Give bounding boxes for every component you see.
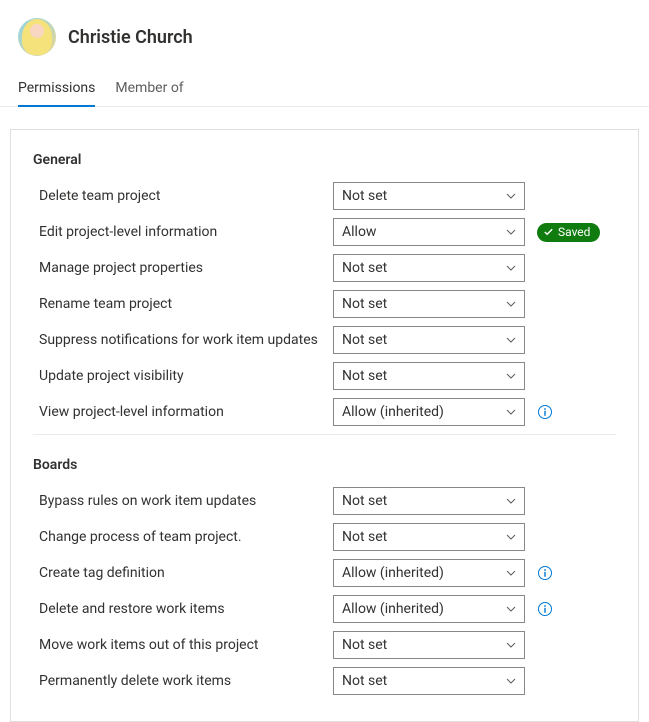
permission-select-move-work-items-out-of-this-project[interactable]: Not set [333, 631, 525, 659]
permission-select-wrap: Allow (inherited) [333, 595, 525, 623]
permission-select-wrap: Allow (inherited) [333, 559, 525, 587]
permission-label-move-work-items-out-of-this-project: Move work items out of this project [33, 637, 333, 653]
section-title-general: General [33, 152, 616, 168]
permission-select-wrap: Not set [333, 362, 525, 390]
permission-select-bypass-rules-on-work-item-updates[interactable]: Not set [333, 487, 525, 515]
saved-badge: Saved [537, 223, 600, 242]
permission-select-delete-and-restore-work-items[interactable]: Allow (inherited) [333, 595, 525, 623]
permission-select-change-process-of-team-project[interactable]: Not set [333, 523, 525, 551]
permission-select-edit-project-level-information[interactable]: Allow [333, 218, 525, 246]
check-icon [543, 226, 554, 237]
info-icon[interactable] [537, 404, 553, 420]
permission-row: Update project visibilityNot set [33, 358, 616, 394]
permission-select-wrap: Not set [333, 254, 525, 282]
permission-select-view-project-level-information[interactable]: Allow (inherited) [333, 398, 525, 426]
permission-row: Delete and restore work itemsAllow (inhe… [33, 591, 616, 627]
permission-row: Bypass rules on work item updatesNot set [33, 483, 616, 519]
permission-label-update-project-visibility: Update project visibility [33, 368, 333, 384]
permission-label-delete-team-project: Delete team project [33, 188, 333, 204]
avatar [18, 18, 56, 56]
permission-row: Create tag definitionAllow (inherited) [33, 555, 616, 591]
permission-row: Permanently delete work itemsNot set [33, 663, 616, 699]
permission-select-wrap: Not set [333, 523, 525, 551]
permission-label-create-tag-definition: Create tag definition [33, 565, 333, 581]
tab-permissions[interactable]: Permissions [18, 74, 95, 106]
permission-select-wrap: Allow (inherited) [333, 398, 525, 426]
permission-row: Edit project-level informationAllow Saved [33, 214, 616, 250]
permission-row: Manage project propertiesNot set [33, 250, 616, 286]
permission-select-wrap: Not set [333, 326, 525, 354]
permission-label-delete-and-restore-work-items: Delete and restore work items [33, 601, 333, 617]
permission-rows-general: Delete team projectNot setEdit project-l… [33, 178, 616, 430]
permission-label-suppress-notifications-for-work-item-updates: Suppress notifications for work item upd… [33, 332, 333, 348]
permission-label-permanently-delete-work-items: Permanently delete work items [33, 673, 333, 689]
permission-label-manage-project-properties: Manage project properties [33, 260, 333, 276]
permission-select-delete-team-project[interactable]: Not set [333, 182, 525, 210]
permission-row: Suppress notifications for work item upd… [33, 322, 616, 358]
permissions-panel: General Delete team projectNot setEdit p… [10, 129, 639, 722]
info-icon[interactable] [537, 601, 553, 617]
permission-label-bypass-rules-on-work-item-updates: Bypass rules on work item updates [33, 493, 333, 509]
tab-member-of[interactable]: Member of [115, 74, 183, 106]
permission-select-update-project-visibility[interactable]: Not set [333, 362, 525, 390]
permission-row: Move work items out of this projectNot s… [33, 627, 616, 663]
permission-row: View project-level informationAllow (inh… [33, 394, 616, 430]
info-icon[interactable] [537, 565, 553, 581]
permission-select-manage-project-properties[interactable]: Not set [333, 254, 525, 282]
permission-label-change-process-of-team-project: Change process of team project. [33, 529, 333, 545]
permission-row: Delete team projectNot set [33, 178, 616, 214]
permission-select-wrap: Not set [333, 182, 525, 210]
user-header: Christie Church [0, 0, 649, 64]
permission-select-suppress-notifications-for-work-item-updates[interactable]: Not set [333, 326, 525, 354]
section-title-boards: Boards [33, 457, 616, 473]
permission-label-rename-team-project: Rename team project [33, 296, 333, 312]
permission-label-view-project-level-information: View project-level information [33, 404, 333, 420]
section-divider: Boards Bypass rules on work item updates… [33, 434, 616, 699]
permission-select-wrap: Allow [333, 218, 525, 246]
permission-select-permanently-delete-work-items[interactable]: Not set [333, 667, 525, 695]
permission-row: Change process of team project.Not set [33, 519, 616, 555]
tabs: Permissions Member of [0, 64, 649, 107]
permission-rows-boards: Bypass rules on work item updatesNot set… [33, 483, 616, 699]
permission-label-edit-project-level-information: Edit project-level information [33, 224, 333, 240]
saved-badge-label: Saved [558, 225, 590, 239]
permission-select-wrap: Not set [333, 631, 525, 659]
permission-select-rename-team-project[interactable]: Not set [333, 290, 525, 318]
user-name: Christie Church [68, 27, 193, 48]
permission-select-wrap: Not set [333, 667, 525, 695]
permission-row: Rename team projectNot set [33, 286, 616, 322]
permission-select-create-tag-definition[interactable]: Allow (inherited) [333, 559, 525, 587]
permission-select-wrap: Not set [333, 290, 525, 318]
permission-select-wrap: Not set [333, 487, 525, 515]
